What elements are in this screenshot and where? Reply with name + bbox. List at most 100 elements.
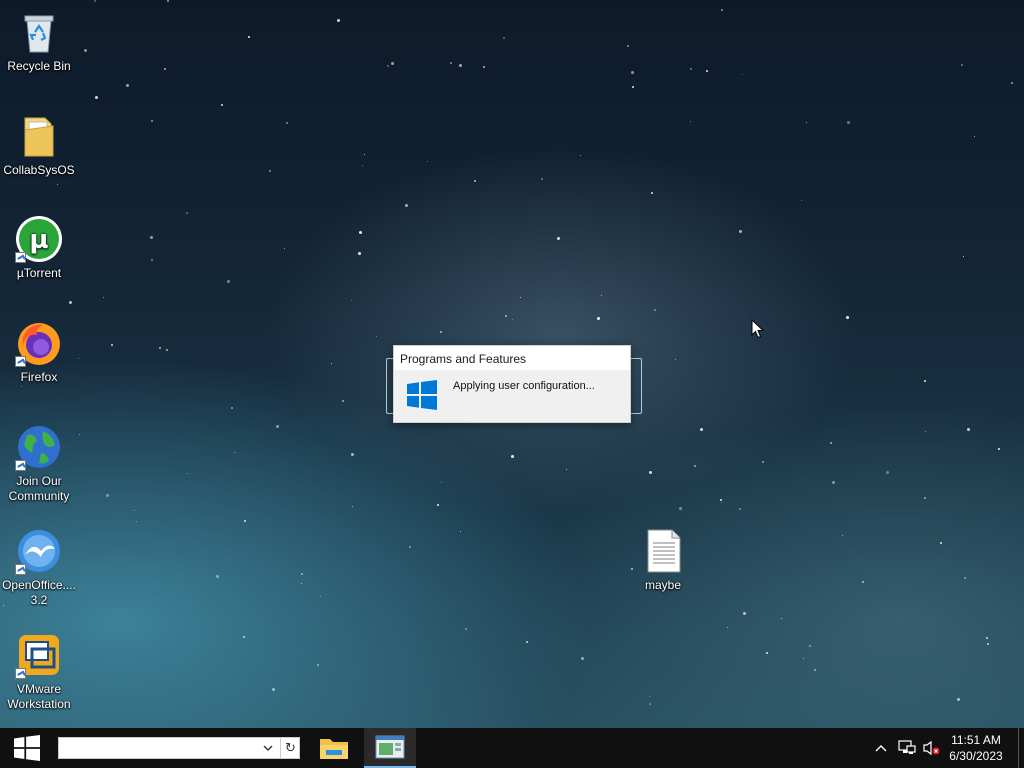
star — [269, 170, 271, 172]
star — [243, 636, 245, 638]
star — [526, 641, 528, 643]
star — [474, 180, 476, 182]
file-explorer-icon — [320, 739, 348, 759]
star — [359, 231, 362, 234]
star — [69, 301, 72, 304]
star — [376, 336, 377, 337]
tray-volume[interactable] — [920, 728, 942, 768]
star — [57, 184, 58, 185]
star — [967, 428, 970, 431]
star — [301, 573, 303, 575]
star — [940, 542, 942, 544]
star — [632, 86, 634, 88]
firefox-icon — [15, 319, 63, 367]
star — [964, 577, 966, 579]
star — [483, 66, 485, 68]
start-button[interactable] — [0, 728, 54, 768]
desktop-icon-maybe[interactable]: maybe — [624, 527, 702, 593]
star — [721, 502, 722, 503]
star — [694, 465, 696, 467]
star — [84, 49, 87, 52]
star — [187, 473, 188, 474]
shortcut-arrow-icon — [15, 668, 26, 679]
tray-show-hidden[interactable] — [872, 728, 890, 768]
star — [159, 347, 161, 349]
star — [94, 0, 96, 2]
star — [227, 280, 230, 283]
chevron-down-icon[interactable] — [260, 740, 276, 756]
star — [832, 481, 835, 484]
star — [580, 155, 581, 156]
taskbar-app-file-explorer[interactable] — [308, 728, 360, 768]
dialog-body: Applying user configuration... — [394, 370, 630, 424]
taskbar-app-programs-features[interactable] — [364, 728, 416, 768]
star — [351, 453, 354, 456]
star — [317, 664, 319, 666]
desktop-icon-firefox[interactable]: Firefox — [0, 319, 78, 385]
star — [331, 363, 332, 364]
star — [651, 192, 653, 194]
shortcut-arrow-icon — [15, 460, 26, 471]
taskbar-clock[interactable]: 11:51 AM 6/30/2023 — [944, 732, 1008, 764]
star — [766, 652, 768, 654]
show-desktop-button[interactable] — [1018, 728, 1024, 768]
network-icon — [898, 740, 916, 754]
star — [739, 508, 741, 510]
desktop-icon-openoffice[interactable]: OpenOffice.... 3.2 — [0, 527, 78, 608]
star — [739, 230, 742, 233]
star — [136, 521, 137, 522]
star — [830, 442, 832, 444]
star — [842, 535, 843, 536]
windows-start-icon — [14, 735, 40, 761]
star — [409, 546, 411, 548]
star — [134, 510, 135, 511]
star — [465, 628, 467, 630]
star — [437, 504, 439, 506]
star — [342, 400, 344, 402]
star — [679, 507, 682, 510]
windows-logo-icon — [407, 380, 437, 410]
desktop-icon-label: Recycle Bin — [7, 59, 71, 73]
star — [450, 62, 452, 64]
star — [675, 359, 676, 360]
star — [801, 200, 802, 201]
openoffice-icon — [15, 527, 63, 575]
search-input[interactable] — [59, 738, 255, 758]
star — [276, 425, 279, 428]
star — [95, 96, 98, 99]
star — [286, 122, 288, 124]
star — [721, 9, 723, 11]
star — [79, 434, 80, 435]
star — [809, 645, 811, 647]
star — [111, 344, 113, 346]
globe-icon — [15, 423, 63, 471]
star — [126, 84, 129, 87]
star — [272, 688, 275, 691]
star — [631, 71, 634, 74]
desktop-icon-collabsysos[interactable]: CollabSysOS — [0, 112, 78, 178]
tray-network[interactable] — [896, 728, 918, 768]
star — [690, 68, 692, 70]
star — [301, 583, 302, 584]
taskbar: ↻ 11:51 AM 6/30/2023 — [0, 728, 1024, 768]
star — [166, 349, 168, 351]
shortcut-arrow-icon — [15, 564, 26, 575]
text-file-icon — [639, 527, 687, 575]
desktop-icon-label: Join Our Community — [8, 474, 70, 503]
mouse-cursor-icon — [751, 319, 765, 339]
refresh-icon[interactable]: ↻ — [280, 738, 300, 758]
desktop-icon-utorrent[interactable]: µ µTorrent — [0, 215, 78, 281]
star — [781, 618, 782, 619]
star — [706, 70, 708, 72]
desktop-icon-recycle-bin[interactable]: Recycle Bin — [0, 8, 78, 74]
star — [690, 121, 691, 122]
star — [186, 212, 188, 214]
star — [503, 37, 505, 39]
desktop-icon-vmware-workstation[interactable]: VMware Workstation — [0, 631, 78, 712]
star — [649, 471, 652, 474]
star — [512, 319, 513, 320]
taskbar-search-box[interactable]: ↻ — [58, 737, 300, 759]
desktop-icon-label: VMware Workstation — [7, 682, 71, 711]
desktop-icon-join-our-community[interactable]: Join Our Community — [0, 423, 78, 504]
star — [427, 161, 428, 162]
